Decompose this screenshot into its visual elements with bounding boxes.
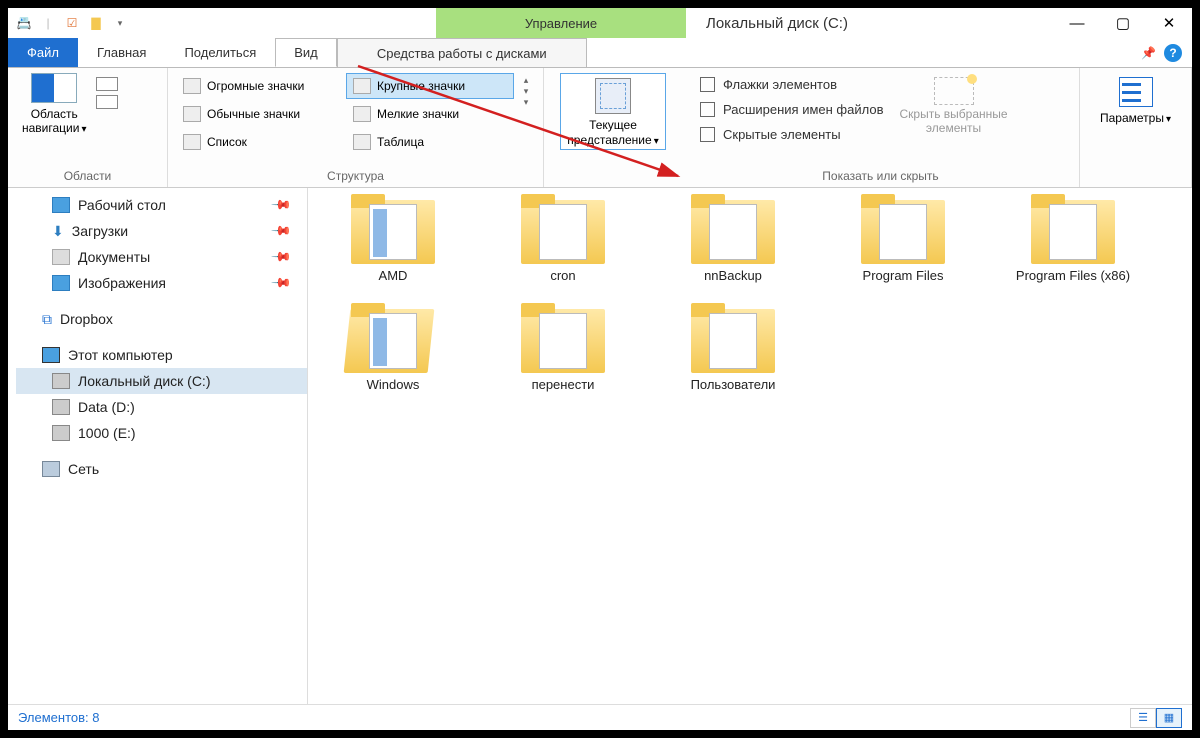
status-bar: Элементов: 8 ☰ ▦ [8, 704, 1192, 730]
minimize-button[interactable]: — [1054, 8, 1100, 38]
pin-icon: 📌 [270, 272, 293, 295]
qat-properties[interactable]: ☑ [62, 14, 82, 32]
nav-tree[interactable]: Рабочий стол📌 ⬇Загрузки📌 Документы📌 Изоб… [8, 188, 308, 704]
view-mode-icons[interactable]: ▦ [1156, 708, 1182, 728]
tree-downloads[interactable]: ⬇Загрузки📌 [16, 218, 307, 244]
quick-access-toolbar: 📇 | ☑ ▇ ▾ [8, 12, 136, 34]
icon-view[interactable]: AMD cron nnBackup Program Files Program … [308, 188, 1192, 704]
titlebar: 📇 | ☑ ▇ ▾ Управление Локальный диск (C:)… [8, 8, 1192, 38]
layout-normal[interactable]: Обычные значки [176, 101, 344, 127]
folder-item[interactable]: Program Files (x86) [1008, 194, 1138, 283]
tree-documents[interactable]: Документы📌 [16, 244, 307, 270]
tree-drive-d[interactable]: Data (D:) [16, 394, 307, 420]
group-showhide-label: Показать или скрыть [690, 167, 1071, 185]
pin-ribbon-icon[interactable]: 📌 [1141, 46, 1156, 60]
pin-icon: 📌 [270, 220, 293, 243]
tree-drive-c[interactable]: Локальный диск (C:) [16, 368, 307, 394]
status-count: Элементов: 8 [18, 710, 99, 725]
qat-sep: | [38, 14, 58, 32]
layout-large[interactable]: Крупные значки [346, 73, 514, 99]
layout-gallery[interactable]: Огромные значки Крупные значки Обычные з… [176, 73, 514, 155]
group-panes-label: Области [16, 167, 159, 185]
window-title: Локальный диск (C:) [706, 15, 848, 32]
navpane-icon [31, 73, 77, 103]
ribbon-tabs: Файл Главная Поделиться Вид Средства раб… [8, 38, 1192, 68]
gallery-more[interactable]: ▾ [520, 97, 532, 108]
tree-this-pc[interactable]: Этот компьютер [16, 342, 307, 368]
navpane-button[interactable]: Область навигации [22, 107, 86, 137]
folder-item[interactable]: Windows [328, 303, 458, 392]
preview-pane-button[interactable] [96, 77, 118, 91]
hide-selected-button[interactable]: Скрыть выбранные элементы [892, 73, 1016, 135]
checkbox-file-extensions[interactable]: Расширения имен файлов [700, 102, 884, 117]
folder-item[interactable]: AMD [328, 194, 458, 283]
maximize-button[interactable]: ▢ [1100, 8, 1146, 38]
options-icon [1119, 77, 1153, 107]
view-mode-details[interactable]: ☰ [1130, 708, 1156, 728]
tree-network[interactable]: Сеть [16, 456, 307, 482]
tree-dropbox[interactable]: ⧉Dropbox [16, 306, 307, 332]
current-representation-button[interactable]: Текущее представление [560, 73, 665, 150]
layout-huge[interactable]: Огромные значки [176, 73, 344, 99]
explorer-icon: 📇 [14, 14, 34, 32]
gallery-down[interactable]: ▾ [520, 86, 532, 97]
folder-item[interactable]: Пользователи [668, 303, 798, 392]
context-tab-header: Управление [436, 8, 686, 38]
pin-icon: 📌 [270, 246, 293, 269]
close-button[interactable]: ✕ [1146, 8, 1192, 38]
tree-drive-e[interactable]: 1000 (E:) [16, 420, 307, 446]
folder-item[interactable]: nnBackup [668, 194, 798, 283]
folder-item[interactable]: перенести [498, 303, 628, 392]
checkbox-item-flags[interactable]: Флажки элементов [700, 77, 884, 92]
gallery-up[interactable]: ▴ [520, 75, 532, 86]
layout-table[interactable]: Таблица [346, 129, 514, 155]
qat-folder-icon: ▇ [86, 14, 106, 32]
folder-item[interactable]: Program Files [838, 194, 968, 283]
qat-dropdown[interactable]: ▾ [110, 14, 130, 32]
tab-view[interactable]: Вид [275, 38, 337, 67]
options-button[interactable]: Параметры [1094, 73, 1177, 125]
group-layout-label: Структура [176, 167, 535, 185]
details-pane-button[interactable] [96, 95, 118, 109]
tab-share[interactable]: Поделиться [165, 38, 275, 67]
checkbox-hidden-items[interactable]: Скрытые элементы [700, 127, 884, 142]
help-icon[interactable]: ? [1164, 44, 1182, 62]
tab-drive-tools[interactable]: Средства работы с дисками [337, 38, 587, 67]
pin-icon: 📌 [270, 194, 293, 217]
current-representation-icon [595, 78, 631, 114]
tab-home[interactable]: Главная [78, 38, 165, 67]
layout-list[interactable]: Список [176, 129, 344, 155]
ribbon: Область навигации Области Огромные значк… [8, 68, 1192, 188]
tree-desktop[interactable]: Рабочий стол📌 [16, 192, 307, 218]
folder-item[interactable]: cron [498, 194, 628, 283]
layout-small[interactable]: Мелкие значки [346, 101, 514, 127]
tree-pictures[interactable]: Изображения📌 [16, 270, 307, 296]
hide-selected-icon [934, 77, 974, 105]
tab-file[interactable]: Файл [8, 38, 78, 67]
